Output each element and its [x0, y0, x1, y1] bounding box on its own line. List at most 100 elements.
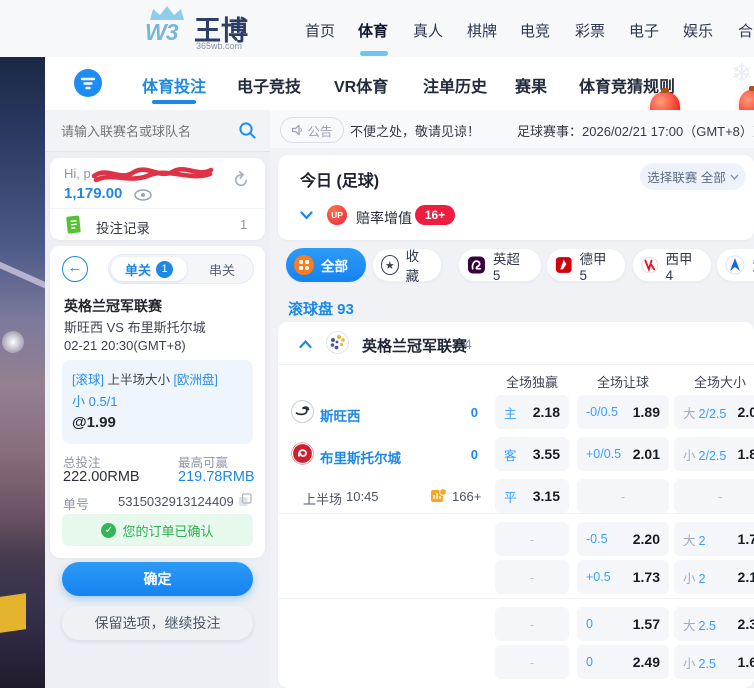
- boost-count-badge: 16+: [415, 205, 455, 225]
- live-markets-count[interactable]: 滚球盘 93: [288, 298, 354, 319]
- refresh-icon[interactable]: ↻: [226, 166, 255, 196]
- home-team-name[interactable]: 斯旺西: [320, 405, 361, 425]
- epl-lion-icon: [467, 255, 486, 275]
- subnav-tab-history[interactable]: 注单历史: [423, 73, 487, 97]
- odds-cell-under[interactable]: 小2.51.6: [674, 645, 754, 679]
- league-panel: 英格兰冠军联赛 4 全场独赢 全场让球 全场大小 斯旺西 0 主2.18 -0/…: [278, 322, 754, 688]
- odds-cell-hcp[interactable]: -0.52.20: [577, 522, 669, 556]
- odds-cell-win-home[interactable]: 主2.18: [495, 395, 569, 429]
- logo-domain: 365wb.com: [196, 41, 242, 51]
- keep-selection-button[interactable]: 保留选项，继续投注: [62, 606, 253, 640]
- today-title: 今日 (足球): [300, 167, 379, 191]
- top-navbar: W3 王博 365wb.com 首页 体育 真人 棋牌 电竞 彩票 电子 娱乐 …: [0, 0, 754, 58]
- search-bar: [45, 110, 270, 152]
- boost-chevron-down-icon[interactable]: [300, 211, 313, 220]
- odds-cell-hcp[interactable]: 01.57: [577, 607, 669, 641]
- horn-icon: [291, 124, 303, 136]
- odds-cell-over[interactable]: 大2/2.52.0: [674, 395, 754, 429]
- tab-single[interactable]: 单关 1: [111, 257, 187, 281]
- odds-cell-hcp[interactable]: +0.51.73: [577, 560, 669, 594]
- up-icon: UP: [327, 205, 347, 225]
- topnav-item-fun[interactable]: 娱乐: [683, 20, 713, 41]
- slip-selection: 小 0.5/1: [72, 391, 118, 410]
- league-name[interactable]: 英格兰冠军联赛: [362, 335, 467, 356]
- column-header-ou: 全场大小: [694, 372, 746, 391]
- topnav-item-lottery[interactable]: 彩票: [575, 20, 605, 41]
- back-button[interactable]: ←: [62, 256, 88, 282]
- more-markets-count[interactable]: 166+: [452, 489, 481, 504]
- league-filter-select[interactable]: 选择联赛 全部: [640, 163, 746, 190]
- tag-live: [滚球]: [72, 373, 104, 387]
- announcement-badge: 公告: [280, 117, 344, 143]
- column-header-win: 全场独赢: [506, 372, 558, 391]
- match-period: 上半场: [303, 489, 342, 508]
- collapse-chevron-up-icon[interactable]: [299, 340, 312, 349]
- user-greeting: Hi, p: [64, 166, 91, 181]
- grid-icon: [294, 255, 314, 275]
- odds-cell-empty: -: [495, 607, 569, 641]
- odds-cell-hcp-home[interactable]: -0/0.51.89: [577, 395, 669, 429]
- subnav-tab-results[interactable]: 赛果: [515, 73, 547, 97]
- announcement-ticker: 足球赛事：2026/02/21 17:00（GMT+8）克: [517, 121, 754, 140]
- bet-record-link[interactable]: 投注记录: [96, 217, 150, 237]
- subnav-tab-esports[interactable]: 电子竞技: [237, 73, 301, 97]
- topnav-item-slots[interactable]: 电子: [629, 20, 659, 41]
- topnav-item-sports[interactable]: 体育: [358, 20, 388, 41]
- odds-cell-empty: -: [674, 479, 754, 513]
- league-match-count: 4: [464, 336, 472, 352]
- odds-cell-empty: -: [577, 479, 669, 513]
- laliga-icon: [641, 255, 659, 275]
- odds-cell-over[interactable]: 大2.52.3: [674, 607, 754, 641]
- odds-boost-label[interactable]: 赔率增值: [356, 208, 412, 228]
- chevron-down-icon: [730, 174, 739, 180]
- eye-icon[interactable]: [134, 189, 152, 201]
- more-markets-icon: [430, 487, 447, 504]
- topnav-item-cards[interactable]: 棋牌: [467, 20, 497, 41]
- confirm-button[interactable]: 确定: [62, 562, 253, 596]
- tab-parlay[interactable]: 串关: [191, 255, 253, 283]
- odds-cell-over[interactable]: 大21.7: [674, 522, 754, 556]
- bundesliga-icon: [555, 255, 573, 275]
- slip-time: 02-21 20:30(GMT+8): [64, 338, 186, 353]
- filter-icon[interactable]: [74, 69, 102, 97]
- odds-cell-draw[interactable]: 平3.15: [495, 479, 569, 513]
- chip-epl[interactable]: 英超 5: [458, 248, 542, 282]
- chip-all[interactable]: 全部: [286, 248, 366, 282]
- topnav-item-home[interactable]: 首页: [305, 20, 335, 41]
- away-team-name[interactable]: 布里斯托尔城: [320, 447, 401, 467]
- subnav-tab-vr[interactable]: VR体育: [334, 73, 388, 97]
- away-team-score: 0: [448, 447, 478, 462]
- snowflake-decoration: ❄: [731, 58, 753, 89]
- balance-amount: 1,179.00: [64, 185, 122, 202]
- chip-laliga[interactable]: 西甲 4: [632, 248, 712, 282]
- odds-cell-under[interactable]: 小22.1: [674, 560, 754, 594]
- chip-seriea[interactable]: 意甲: [716, 248, 754, 282]
- topnav-item-live[interactable]: 真人: [413, 20, 443, 41]
- chip-favorites[interactable]: ★ 收藏: [372, 248, 442, 282]
- tag-book: [欧洲盘]: [173, 373, 217, 387]
- logo-mark[interactable]: W3: [145, 19, 178, 46]
- announcement-message: 不便之处，敬请见谅！: [350, 121, 480, 140]
- subnav-active-underline: [152, 100, 196, 104]
- background-stadium-photo: [0, 57, 45, 688]
- search-icon[interactable]: [238, 121, 257, 140]
- main-content: 公告 不便之处，敬请见谅！ 足球赛事：2026/02/21 17:00（GMT+…: [270, 110, 754, 688]
- slip-match: 斯旺西 VS 布里斯托尔城: [64, 317, 206, 336]
- topnav-item-esports[interactable]: 电竞: [520, 20, 550, 41]
- topnav-item-partner[interactable]: 合: [738, 20, 753, 41]
- odds-cell-empty: -: [495, 560, 569, 594]
- copy-icon[interactable]: [238, 493, 252, 507]
- topnav-active-underline: [360, 51, 388, 56]
- odds-cell-under[interactable]: 小2/2.51.8: [674, 437, 754, 471]
- league-crest-icon: [326, 331, 349, 354]
- chip-bundesliga[interactable]: 德甲 5: [546, 248, 626, 282]
- odds-cell-win-away[interactable]: 客3.55: [495, 437, 569, 471]
- away-team-crest-icon: [291, 442, 314, 465]
- odds-cell-hcp-away[interactable]: +0/0.52.01: [577, 437, 669, 471]
- search-input[interactable]: [59, 119, 233, 143]
- max-win-value: 219.78RMB: [178, 469, 255, 485]
- page-root: W3 王博 365wb.com 首页 体育 真人 棋牌 电竞 彩票 电子 娱乐 …: [0, 0, 754, 688]
- check-icon: ✓: [101, 523, 116, 538]
- subnav-tab-sports-betting[interactable]: 体育投注: [142, 73, 206, 97]
- odds-cell-hcp[interactable]: 02.49: [577, 645, 669, 679]
